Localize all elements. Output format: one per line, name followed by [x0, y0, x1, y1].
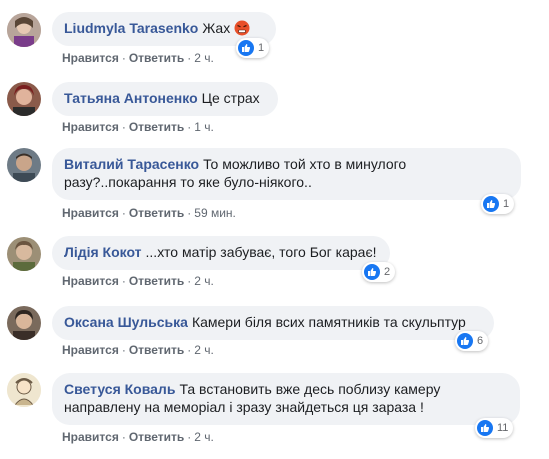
- comment-author[interactable]: Виталий Тарасенко: [64, 156, 199, 172]
- separator: ·: [121, 274, 126, 288]
- avatar-photo-icon: [7, 13, 41, 47]
- separator: ·: [187, 274, 192, 288]
- comment-bubble: Оксана Шульська Камери біля всих памятник…: [52, 306, 494, 340]
- like-button[interactable]: Нравится: [62, 343, 119, 357]
- separator: ·: [121, 430, 126, 444]
- separator: ·: [121, 51, 126, 65]
- comment-time[interactable]: 59 мин.: [194, 206, 236, 220]
- comment-text: ...хто матір забуває, того Бог карає!: [145, 244, 377, 260]
- comment-time[interactable]: 2 ч.: [194, 430, 214, 444]
- comment-actions: Нравится · Ответить · 59 мин.: [62, 206, 236, 220]
- comment-actions: Нравится · Ответить · 2 ч.: [62, 274, 214, 288]
- separator: ·: [121, 206, 126, 220]
- reply-button[interactable]: Ответить: [129, 51, 184, 65]
- comment-actions: Нравится · Ответить · 2 ч.: [62, 343, 214, 357]
- comment-author[interactable]: Татьяна Антоненко: [64, 90, 198, 106]
- like-button[interactable]: Нравится: [62, 206, 119, 220]
- like-button[interactable]: Нравится: [62, 51, 119, 65]
- reply-button[interactable]: Ответить: [129, 206, 184, 220]
- like-count-badge[interactable]: 6: [455, 331, 489, 351]
- avatar-photo-icon: [7, 306, 41, 340]
- comment-actions: Нравится · Ответить · 1 ч.: [62, 120, 214, 134]
- comment-time[interactable]: 2 ч.: [194, 51, 214, 65]
- like-count-badge[interactable]: 2: [362, 262, 396, 282]
- comment-author[interactable]: Оксана Шульська: [64, 314, 188, 330]
- like-icon: [477, 420, 493, 436]
- avatar-photo-icon: [7, 148, 41, 182]
- separator: ·: [121, 343, 126, 357]
- like-count-badge[interactable]: 1: [236, 38, 270, 58]
- comment-text: направлену на меморіал і зразу знайдетьс…: [64, 399, 424, 415]
- comment-author[interactable]: Светуся Коваль: [64, 381, 175, 397]
- like-count: 11: [497, 422, 509, 434]
- like-button[interactable]: Нравится: [62, 120, 119, 134]
- like-count-badge[interactable]: 1: [481, 194, 515, 214]
- comment-text: Камери біля всих памятників та скульптур: [191, 314, 466, 330]
- comment-text: Та встановить вже десь поблизу камеру: [179, 381, 441, 397]
- avatar-drawing-icon: [7, 373, 41, 407]
- avatar[interactable]: [7, 13, 41, 47]
- reply-button[interactable]: Ответить: [129, 343, 184, 357]
- like-count: 6: [477, 335, 484, 347]
- comment-text: Це страх: [201, 90, 260, 106]
- like-count: 1: [258, 42, 265, 54]
- comment-bubble: Светуся Коваль Та встановить вже десь поб…: [52, 373, 520, 425]
- separator: ·: [187, 343, 192, 357]
- avatar[interactable]: [7, 306, 41, 340]
- comment-text: Жах: [202, 20, 231, 36]
- angry-face-icon: [234, 20, 250, 36]
- comment-text: разу?..покарання то яке було-ніякого..: [64, 174, 312, 190]
- comment-bubble: Лідія Кокот ...хто матір забуває, того Бо…: [52, 236, 390, 270]
- avatar[interactable]: [7, 82, 41, 116]
- comment-time[interactable]: 1 ч.: [194, 120, 214, 134]
- separator: ·: [187, 430, 192, 444]
- like-icon: [238, 40, 254, 56]
- comment-bubble: Татьяна Антоненко Це страх: [52, 82, 278, 116]
- like-icon: [457, 333, 473, 349]
- separator: ·: [121, 120, 126, 134]
- avatar-photo-icon: [7, 82, 41, 116]
- comment-author[interactable]: Liudmyla Tarasenko: [64, 20, 198, 36]
- avatar[interactable]: [7, 373, 41, 407]
- avatar-photo-icon: [7, 237, 41, 271]
- like-count: 2: [384, 266, 391, 278]
- comment-text: То можливо той хто в минулого: [203, 156, 407, 172]
- like-icon: [483, 196, 499, 212]
- comment-actions: Нравится · Ответить · 2 ч.: [62, 51, 214, 65]
- reply-button[interactable]: Ответить: [129, 274, 184, 288]
- comment-author[interactable]: Лідія Кокот: [64, 244, 142, 260]
- like-count: 1: [503, 198, 510, 210]
- separator: ·: [187, 51, 192, 65]
- separator: ·: [187, 120, 192, 134]
- separator: ·: [187, 206, 192, 220]
- like-count-badge[interactable]: 11: [475, 418, 514, 438]
- avatar[interactable]: [7, 237, 41, 271]
- reply-button[interactable]: Ответить: [129, 120, 184, 134]
- like-button[interactable]: Нравится: [62, 430, 119, 444]
- comment-time[interactable]: 2 ч.: [194, 274, 214, 288]
- avatar[interactable]: [7, 148, 41, 182]
- comment-time[interactable]: 2 ч.: [194, 343, 214, 357]
- reply-button[interactable]: Ответить: [129, 430, 184, 444]
- like-icon: [364, 264, 380, 280]
- comment-actions: Нравится · Ответить · 2 ч.: [62, 430, 214, 444]
- like-button[interactable]: Нравится: [62, 274, 119, 288]
- comment-bubble: Виталий Тарасенко То можливо той хто в ми…: [52, 148, 521, 200]
